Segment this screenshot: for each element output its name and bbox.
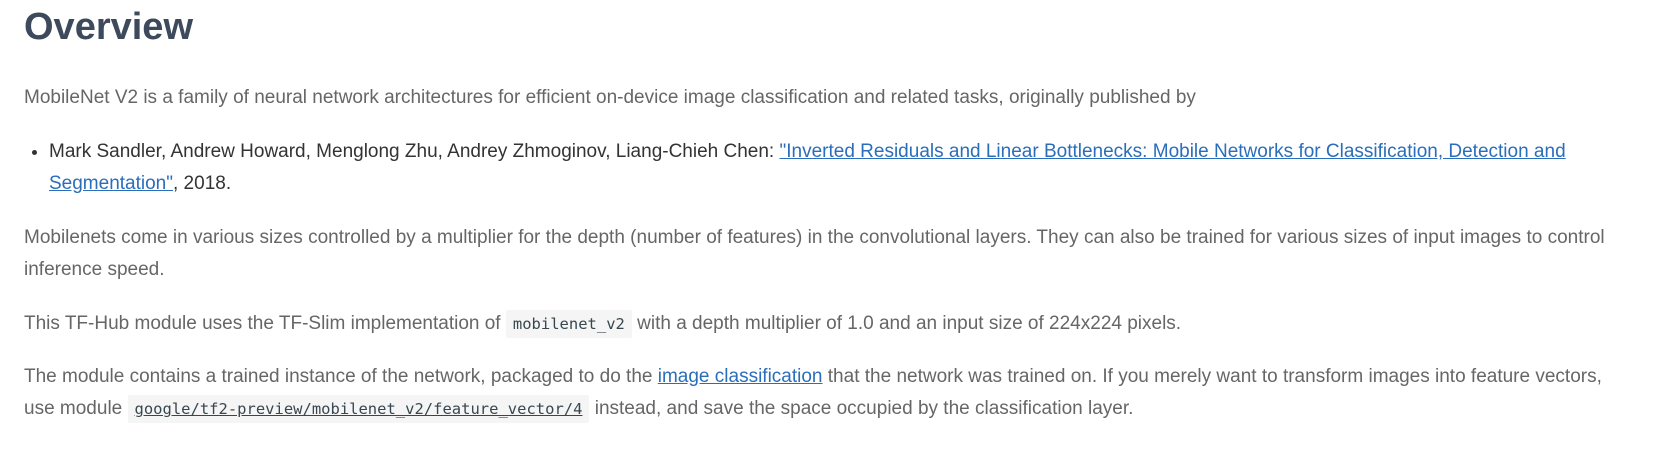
citation-item: Mark Sandler, Andrew Howard, Menglong Zh… bbox=[49, 136, 1632, 200]
impl-text-after: with a depth multiplier of 1.0 and an in… bbox=[631, 313, 1182, 334]
module-text-before: The module contains a trained instance o… bbox=[24, 366, 658, 387]
feature-vector-code: google/tf2-preview/mobilenet_v2/feature_… bbox=[127, 395, 590, 423]
citation-authors: Mark Sandler, Andrew Howard, Menglong Zh… bbox=[49, 141, 780, 162]
sizes-paragraph: Mobilenets come in various sizes control… bbox=[24, 227, 1605, 280]
intro-paragraph: MobileNet V2 is a family of neural netwo… bbox=[24, 87, 1196, 108]
citation-list: Mark Sandler, Andrew Howard, Menglong Zh… bbox=[24, 136, 1632, 200]
mobilenet-v2-code: mobilenet_v2 bbox=[505, 310, 632, 338]
feature-vector-module-link[interactable]: google/tf2-preview/mobilenet_v2/feature_… bbox=[127, 395, 590, 423]
image-classification-link[interactable]: image classification bbox=[658, 366, 823, 387]
module-text-after: instead, and save the space occupied by … bbox=[589, 398, 1134, 419]
citation-year: , 2018. bbox=[173, 173, 232, 194]
page-title: Overview bbox=[24, 6, 193, 48]
implementation-paragraph: This TF-Hub module uses the TF-Slim impl… bbox=[24, 308, 1632, 340]
document-content: Overview MobileNet V2 is a family of neu… bbox=[0, 0, 1656, 425]
impl-text-before: This TF-Hub module uses the TF-Slim impl… bbox=[24, 313, 506, 334]
module-paragraph: The module contains a trained instance o… bbox=[24, 361, 1632, 425]
